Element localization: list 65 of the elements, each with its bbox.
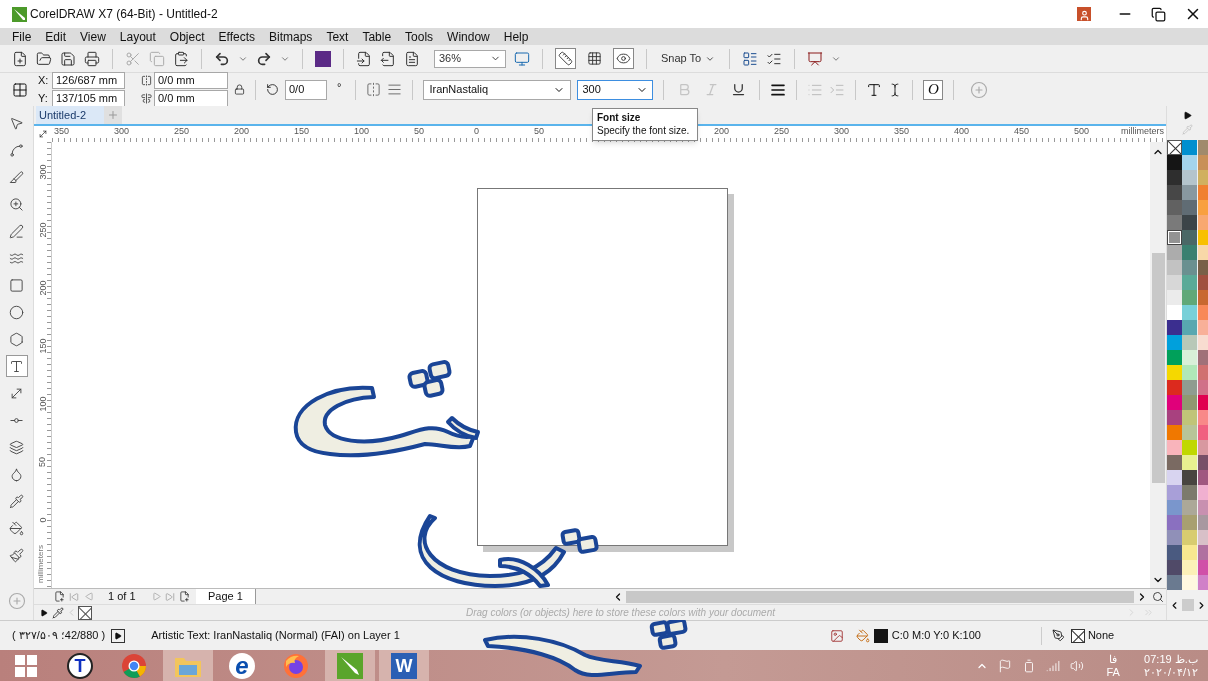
ruler-label: 0 [474, 126, 479, 136]
ruler-label: 50 [36, 457, 49, 467]
ruler-label: 250 [174, 126, 190, 136]
menu-item[interactable]: Help [503, 30, 529, 43]
font-list-combo[interactable]: IranNastaliq [423, 79, 572, 100]
degree-sign: ° [337, 80, 342, 95]
ruler-label: 300 [834, 126, 850, 136]
menu-item[interactable]: Tools [405, 30, 434, 43]
taskbar-app[interactable]: e [217, 650, 267, 681]
ruler-label: 350 [54, 126, 70, 136]
document-tab[interactable]: Untitled-2 [36, 106, 104, 124]
zoom-combo[interactable]: 36% [434, 49, 506, 68]
menu-item[interactable]: Window [447, 30, 490, 43]
fill-color-value: C:0 M:0 Y:0 K:100 [891, 628, 981, 644]
cursor-coordinates: ( ۳۲۷/۵۰۹ ؛42/880 ) [12, 628, 106, 644]
ruler-label: 100 [354, 126, 370, 136]
page-tab[interactable]: Page 1 [196, 588, 256, 605]
ruler-label: 250 [36, 222, 49, 238]
ruler-unit: millimeters [36, 544, 46, 584]
ruler-label: 300 [36, 164, 49, 180]
app-logo-letter[interactable]: T [67, 652, 93, 679]
menu-item[interactable]: View [80, 30, 106, 43]
ruler-label: 250 [774, 126, 790, 136]
snap-to-button[interactable]: Snap To [659, 50, 718, 67]
x-position-field[interactable]: 126/687 mm [52, 72, 125, 89]
font-size-combo[interactable]: 300 [577, 79, 654, 100]
tooltip-text: Specify the font size. [597, 124, 691, 137]
menu-item[interactable]: Edit [45, 30, 67, 43]
ruler-label: 150 [294, 126, 310, 136]
ruler-label: 200 [36, 280, 49, 296]
ruler-label: 0 [36, 517, 49, 523]
opentype-button[interactable]: O [923, 79, 944, 100]
menu-item[interactable]: Table [362, 30, 392, 43]
page-counter: 1 of 1 [108, 589, 137, 605]
ruler-label: 50 [534, 126, 544, 136]
window-title: CorelDRAW X7 (64-Bit) - Untitled-2 [30, 6, 218, 23]
taskbar-app[interactable]: W [379, 650, 429, 681]
document-letter-logo[interactable]: W [391, 652, 417, 679]
rotation-field[interactable]: 0/0 [285, 79, 327, 100]
ruler-label: 350 [894, 126, 910, 136]
ruler-label: 100 [36, 396, 49, 412]
y-label: Y: [38, 91, 49, 107]
menu-item[interactable]: Object [169, 30, 205, 43]
ruler-label: 300 [114, 126, 130, 136]
menu-item[interactable]: File [12, 30, 32, 43]
ruler-label: 450 [1014, 126, 1030, 136]
x-label: X: [38, 73, 50, 89]
tooltip-title: Font size [597, 111, 642, 124]
palette-hint: Drag colors (or objects) here to store these colors with your document [466, 606, 776, 620]
menu-item[interactable]: Effects [218, 30, 255, 43]
ruler-unit: millimeters [1121, 126, 1165, 137]
browser-letter-logo[interactable]: e [229, 652, 255, 679]
ruler-label: 500 [1074, 126, 1090, 136]
ruler-label: 50 [414, 126, 424, 136]
menu-item[interactable]: Bitmaps [269, 30, 313, 43]
object-info: Artistic Text: IranNastaliq (Normal) (FAI) on Layer 1 [151, 628, 400, 644]
ruler-label: 400 [954, 126, 970, 136]
ruler-label: 200 [714, 126, 730, 136]
menu-item[interactable]: Layout [119, 30, 156, 43]
menu-item[interactable]: Text [326, 30, 349, 43]
ruler-label: 150 [36, 338, 49, 354]
taskbar-app[interactable]: T [55, 650, 105, 681]
width-field[interactable]: 0/0 mm [154, 72, 228, 89]
outline-value: None [1087, 628, 1115, 644]
ruler-label: 200 [234, 126, 250, 136]
